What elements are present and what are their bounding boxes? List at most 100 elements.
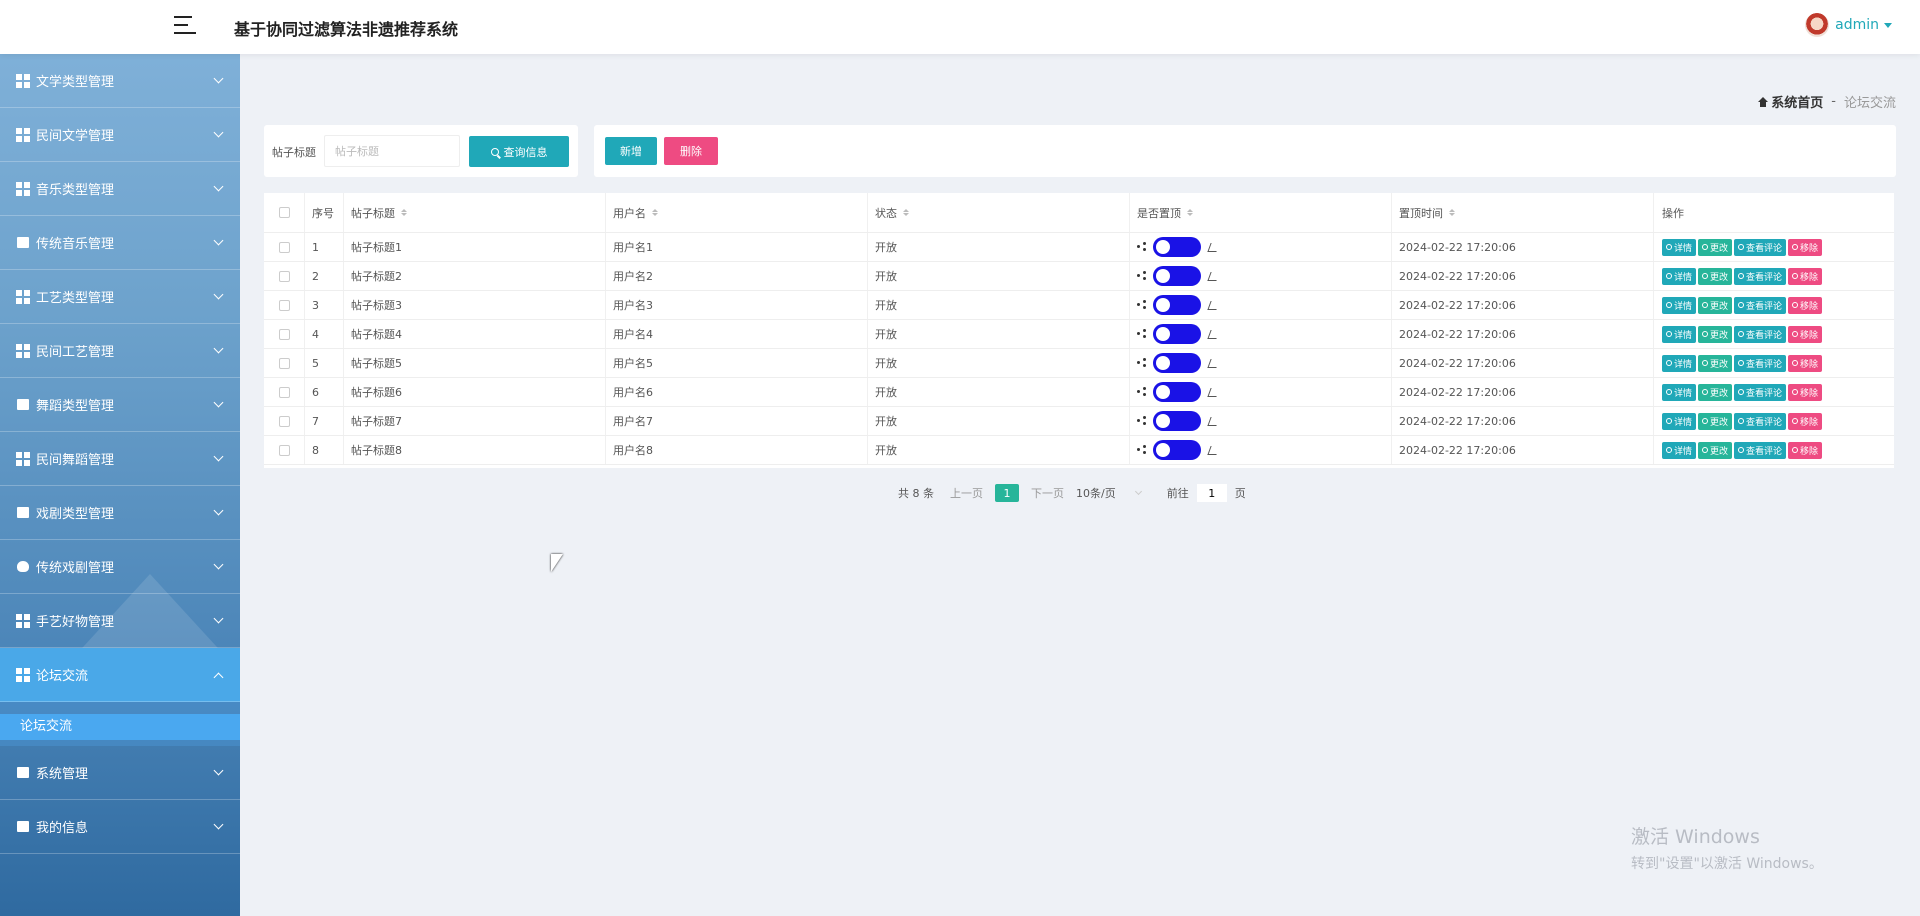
- pin-toggle[interactable]: [1153, 440, 1201, 460]
- edit-button[interactable]: 更改: [1698, 238, 1733, 256]
- breadcrumb-home[interactable]: 系统首页: [1771, 92, 1823, 111]
- add-button[interactable]: 新增: [605, 137, 657, 165]
- remove-button[interactable]: 移除: [1788, 325, 1823, 343]
- header-pinned[interactable]: 是否置顶: [1130, 193, 1392, 232]
- sidebar-item[interactable]: 手艺好物管理: [0, 594, 240, 648]
- goto-page-input[interactable]: [1196, 484, 1227, 502]
- search-input[interactable]: [324, 135, 460, 167]
- user-menu[interactable]: admin: [1805, 13, 1892, 37]
- view-comments-button[interactable]: 查看评论: [1734, 383, 1787, 401]
- edit-pen-icon[interactable]: [1207, 445, 1220, 455]
- view-comments-button[interactable]: 查看评论: [1734, 441, 1787, 459]
- page-number-1[interactable]: 1: [995, 484, 1019, 502]
- remove-button[interactable]: 移除: [1788, 354, 1823, 372]
- sidebar-item[interactable]: 戏剧类型管理: [0, 486, 240, 540]
- share-icon[interactable]: [1137, 300, 1147, 310]
- row-checkbox[interactable]: [278, 299, 290, 311]
- remove-button[interactable]: 移除: [1788, 383, 1823, 401]
- edit-pen-icon[interactable]: [1207, 271, 1220, 281]
- share-icon[interactable]: [1137, 387, 1147, 397]
- sidebar-item[interactable]: 民间文学管理: [0, 108, 240, 162]
- header-status[interactable]: 状态: [868, 193, 1130, 232]
- sidebar-item[interactable]: 论坛交流: [0, 648, 240, 702]
- query-button[interactable]: 查询信息: [469, 136, 569, 167]
- header-pin-time[interactable]: 置顶时间: [1392, 193, 1654, 232]
- delete-button[interactable]: 删除: [664, 137, 718, 165]
- pin-toggle[interactable]: [1153, 237, 1201, 257]
- view-comments-button[interactable]: 查看评论: [1734, 296, 1787, 314]
- row-checkbox[interactable]: [278, 415, 290, 427]
- row-checkbox[interactable]: [278, 357, 290, 369]
- view-comments-button[interactable]: 查看评论: [1734, 325, 1787, 343]
- share-icon[interactable]: [1137, 329, 1147, 339]
- edit-button[interactable]: 更改: [1698, 412, 1733, 430]
- sidebar-item[interactable]: 音乐类型管理: [0, 162, 240, 216]
- pin-toggle[interactable]: [1153, 382, 1201, 402]
- pin-toggle[interactable]: [1153, 266, 1201, 286]
- sidebar-item[interactable]: 民间工艺管理: [0, 324, 240, 378]
- share-icon[interactable]: [1137, 242, 1147, 252]
- remove-button[interactable]: 移除: [1788, 412, 1823, 430]
- row-checkbox[interactable]: [278, 386, 290, 398]
- pin-toggle[interactable]: [1153, 353, 1201, 373]
- header-user[interactable]: 用户名: [606, 193, 868, 232]
- submenu-item-forum[interactable]: 论坛交流: [0, 714, 240, 740]
- detail-button[interactable]: 详情: [1662, 383, 1697, 401]
- sidebar-item[interactable]: 工艺类型管理: [0, 270, 240, 324]
- select-all-checkbox[interactable]: [278, 207, 290, 218]
- sort-icon[interactable]: [1187, 209, 1193, 216]
- edit-pen-icon[interactable]: [1207, 300, 1220, 310]
- share-icon[interactable]: [1137, 358, 1147, 368]
- view-comments-button[interactable]: 查看评论: [1734, 238, 1787, 256]
- sort-icon[interactable]: [652, 209, 658, 216]
- share-icon[interactable]: [1137, 416, 1147, 426]
- edit-pen-icon[interactable]: [1207, 242, 1220, 252]
- edit-pen-icon[interactable]: [1207, 358, 1220, 368]
- sidebar-item[interactable]: 传统戏剧管理: [0, 540, 240, 594]
- sidebar-item[interactable]: 我的信息: [0, 800, 240, 854]
- edit-button[interactable]: 更改: [1698, 267, 1733, 285]
- page-size-select[interactable]: 10条/页: [1076, 485, 1142, 501]
- detail-button[interactable]: 详情: [1662, 441, 1697, 459]
- menu-toggle-icon[interactable]: [174, 16, 196, 36]
- sidebar-item[interactable]: 民间舞蹈管理: [0, 432, 240, 486]
- share-icon[interactable]: [1137, 445, 1147, 455]
- sort-icon[interactable]: [903, 209, 909, 216]
- edit-button[interactable]: 更改: [1698, 354, 1733, 372]
- row-checkbox[interactable]: [278, 241, 290, 253]
- edit-button[interactable]: 更改: [1698, 296, 1733, 314]
- detail-button[interactable]: 详情: [1662, 267, 1697, 285]
- header-title[interactable]: 帖子标题: [344, 193, 606, 232]
- detail-button[interactable]: 详情: [1662, 238, 1697, 256]
- sidebar-item[interactable]: 传统音乐管理: [0, 216, 240, 270]
- sidebar-item[interactable]: 系统管理: [0, 746, 240, 800]
- sort-icon[interactable]: [1449, 209, 1455, 216]
- edit-button[interactable]: 更改: [1698, 325, 1733, 343]
- row-checkbox[interactable]: [278, 444, 290, 456]
- sort-icon[interactable]: [401, 209, 407, 216]
- edit-pen-icon[interactable]: [1207, 416, 1220, 426]
- edit-button[interactable]: 更改: [1698, 383, 1733, 401]
- detail-button[interactable]: 详情: [1662, 354, 1697, 372]
- pin-toggle[interactable]: [1153, 324, 1201, 344]
- detail-button[interactable]: 详情: [1662, 325, 1697, 343]
- detail-button[interactable]: 详情: [1662, 296, 1697, 314]
- row-checkbox[interactable]: [278, 328, 290, 340]
- sidebar-item[interactable]: 舞蹈类型管理: [0, 378, 240, 432]
- remove-button[interactable]: 移除: [1788, 441, 1823, 459]
- view-comments-button[interactable]: 查看评论: [1734, 267, 1787, 285]
- pin-toggle[interactable]: [1153, 295, 1201, 315]
- remove-button[interactable]: 移除: [1788, 238, 1823, 256]
- pin-toggle[interactable]: [1153, 411, 1201, 431]
- share-icon[interactable]: [1137, 271, 1147, 281]
- sidebar-item[interactable]: 文学类型管理: [0, 54, 240, 108]
- view-comments-button[interactable]: 查看评论: [1734, 354, 1787, 372]
- edit-pen-icon[interactable]: [1207, 387, 1220, 397]
- detail-button[interactable]: 详情: [1662, 412, 1697, 430]
- remove-button[interactable]: 移除: [1788, 267, 1823, 285]
- remove-button[interactable]: 移除: [1788, 296, 1823, 314]
- prev-page-button[interactable]: 上一页: [950, 485, 983, 501]
- next-page-button[interactable]: 下一页: [1031, 485, 1064, 501]
- row-checkbox[interactable]: [278, 270, 290, 282]
- edit-pen-icon[interactable]: [1207, 329, 1220, 339]
